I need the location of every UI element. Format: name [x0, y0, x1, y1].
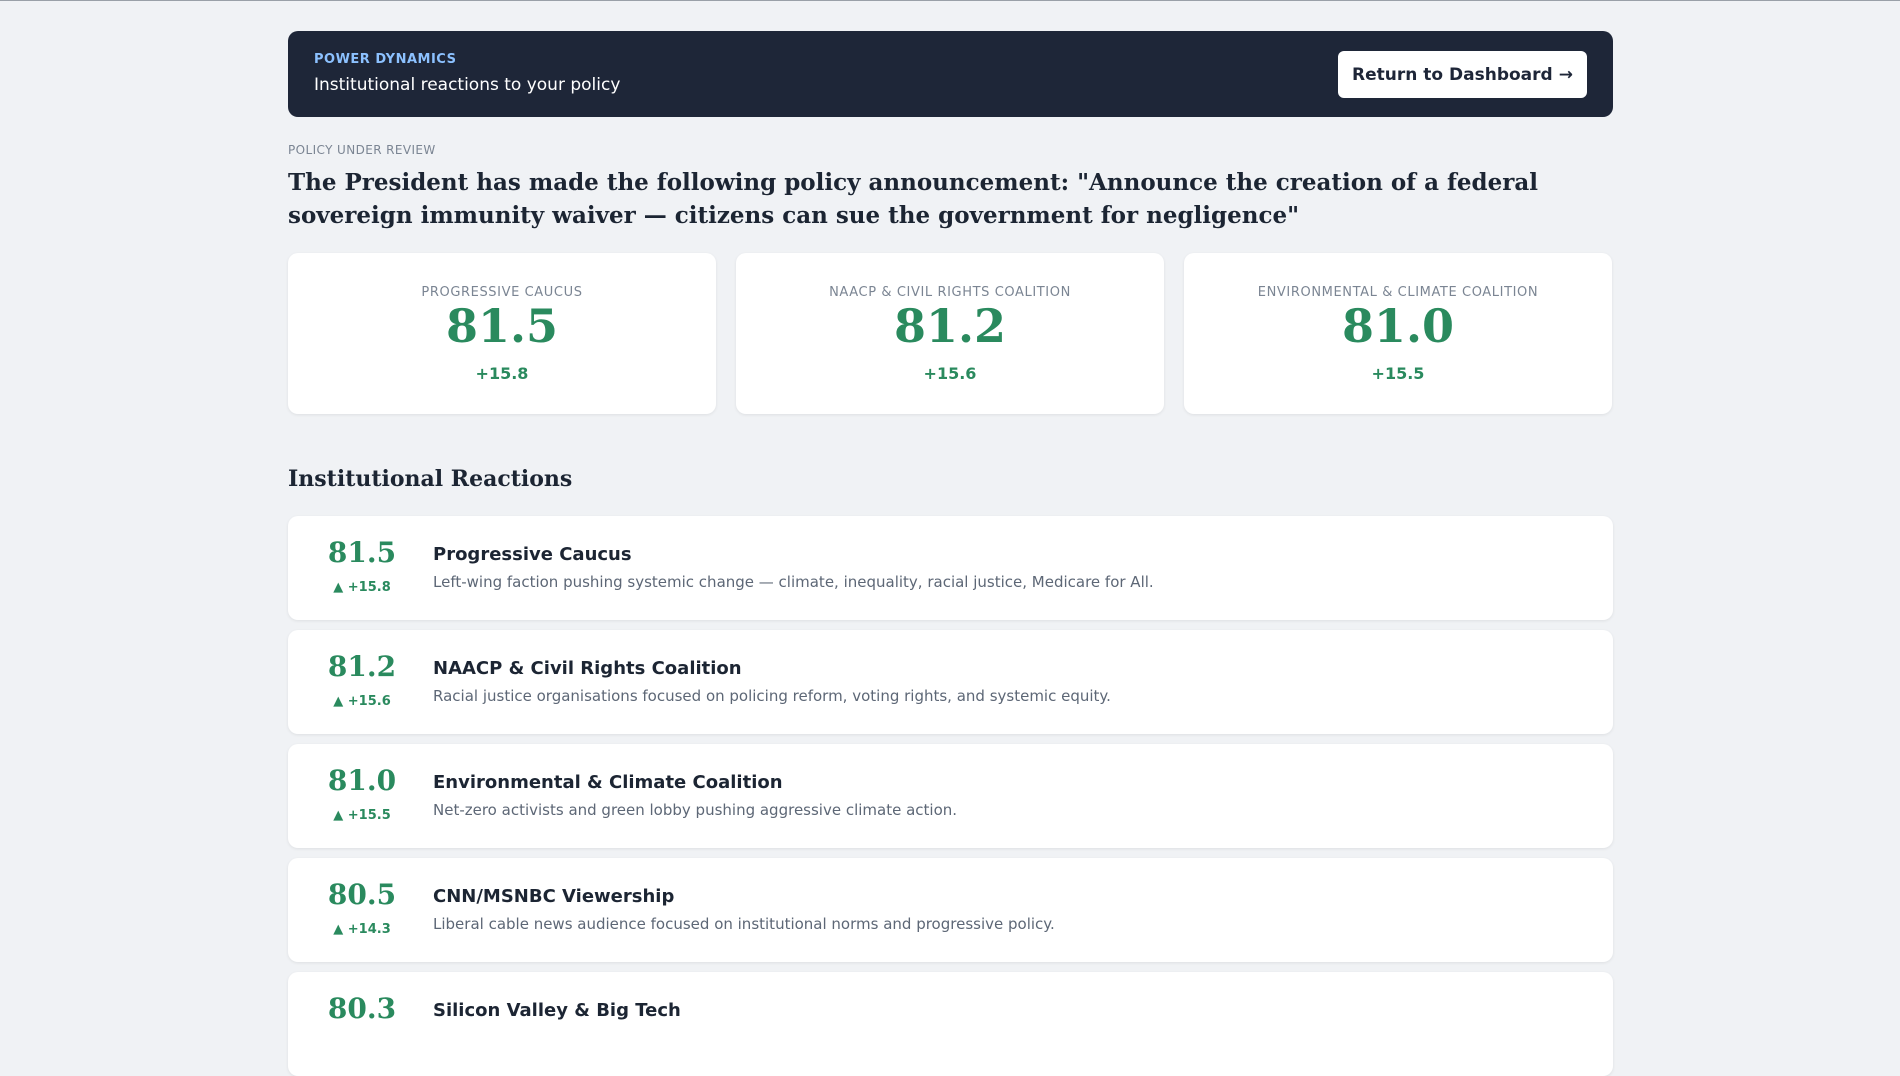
reaction-row[interactable]: 81.2 ▲ +15.6 NAACP & Civil Rights Coalit… [288, 630, 1613, 734]
reaction-name: Silicon Valley & Big Tech [433, 1000, 681, 1021]
stat-name: NAACP & CIVIL RIGHTS COALITION [829, 285, 1071, 300]
stat-card: NAACP & CIVIL RIGHTS COALITION 81.2 +15.… [736, 253, 1164, 414]
reaction-name: Progressive Caucus [433, 544, 632, 565]
reaction-score: 80.3 [288, 992, 436, 1025]
reactions-list: 81.5 ▲ +15.8 Progressive Caucus Left-win… [288, 516, 1613, 1076]
reaction-description: Racial justice organisations focused on … [433, 687, 1111, 705]
page-container: POWER DYNAMICS Institutional reactions t… [288, 31, 1613, 1076]
reaction-delta: ▲ +14.3 [288, 922, 436, 937]
reaction-row[interactable]: 80.3 Silicon Valley & Big Tech [288, 972, 1613, 1076]
stat-name: PROGRESSIVE CAUCUS [421, 285, 582, 300]
return-button-label: Return to Dashboard [1352, 65, 1553, 85]
stat-delta: +15.5 [1372, 364, 1425, 383]
top-border [0, 0, 1900, 1]
stat-delta: +15.6 [924, 364, 977, 383]
reaction-row[interactable]: 80.5 ▲ +14.3 CNN/MSNBC Viewership Libera… [288, 858, 1613, 962]
reaction-description: Left-wing faction pushing systemic chang… [433, 573, 1154, 591]
reaction-delta: ▲ +15.5 [288, 808, 436, 823]
header-banner: POWER DYNAMICS Institutional reactions t… [288, 31, 1613, 117]
reaction-score: 80.5 [288, 878, 436, 911]
reaction-description: Liberal cable news audience focused on i… [433, 915, 1055, 933]
return-to-dashboard-button[interactable]: Return to Dashboard → [1338, 51, 1587, 98]
reaction-name: NAACP & Civil Rights Coalition [433, 658, 742, 679]
reaction-name: Environmental & Climate Coalition [433, 772, 783, 793]
stat-delta: +15.8 [476, 364, 529, 383]
stat-score: 81.0 [1342, 300, 1454, 352]
header-subtitle: Institutional reactions to your policy [314, 75, 620, 95]
top-stats: PROGRESSIVE CAUCUS 81.5 +15.8 NAACP & CI… [288, 253, 1613, 414]
arrow-right-icon: → [1559, 65, 1573, 85]
reaction-name: CNN/MSNBC Viewership [433, 886, 674, 907]
stat-score: 81.2 [894, 300, 1006, 352]
stat-score: 81.5 [446, 300, 558, 352]
reaction-row[interactable]: 81.0 ▲ +15.5 Environmental & Climate Coa… [288, 744, 1613, 848]
header-eyebrow: POWER DYNAMICS [314, 52, 456, 67]
stat-card: ENVIRONMENTAL & CLIMATE COALITION 81.0 +… [1184, 253, 1612, 414]
reaction-delta: ▲ +15.6 [288, 694, 436, 709]
reaction-score: 81.0 [288, 764, 436, 797]
policy-text: The President has made the following pol… [288, 166, 1613, 232]
reaction-delta: ▲ +15.8 [288, 580, 436, 595]
policy-label: POLICY UNDER REVIEW [288, 143, 1613, 157]
reaction-score: 81.2 [288, 650, 436, 683]
reaction-score: 81.5 [288, 536, 436, 569]
reaction-description: Net-zero activists and green lobby pushi… [433, 801, 957, 819]
stat-name: ENVIRONMENTAL & CLIMATE COALITION [1258, 285, 1538, 300]
section-title: Institutional Reactions [288, 466, 1613, 492]
stat-card: PROGRESSIVE CAUCUS 81.5 +15.8 [288, 253, 716, 414]
reaction-row[interactable]: 81.5 ▲ +15.8 Progressive Caucus Left-win… [288, 516, 1613, 620]
